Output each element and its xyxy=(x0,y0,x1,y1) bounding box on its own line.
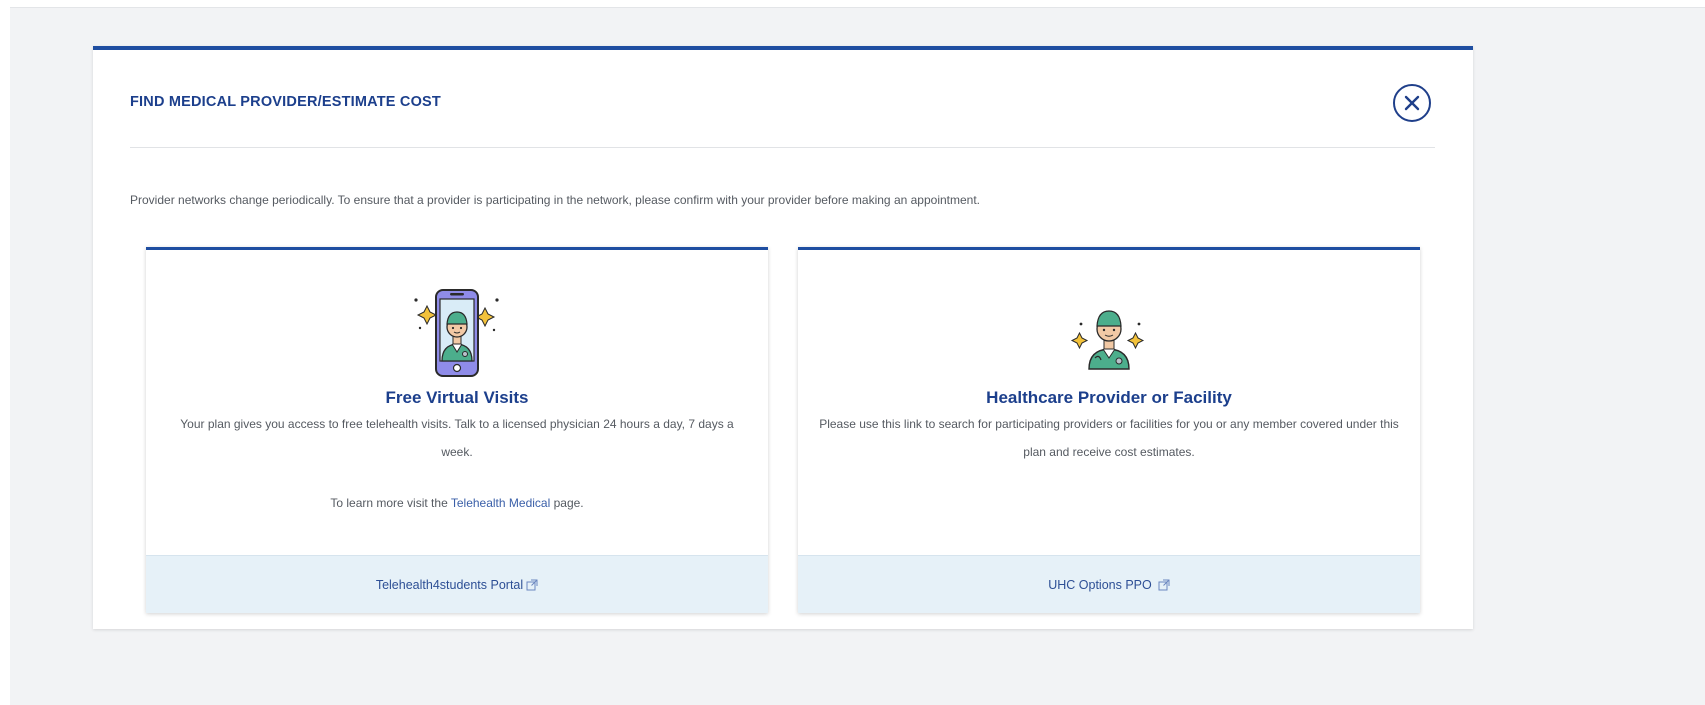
close-icon xyxy=(1404,95,1420,111)
learn-more-prefix: To learn more visit the xyxy=(330,496,451,510)
card-title: Healthcare Provider or Facility xyxy=(986,388,1232,407)
phone-doctor-icon xyxy=(414,289,499,377)
healthcare-provider-card: Healthcare Provider or Facility Please u… xyxy=(798,247,1420,613)
page: FIND MEDICAL PROVIDER/ESTIMATE COST Prov… xyxy=(0,0,1705,705)
card-description: Please use this link to search for parti… xyxy=(819,417,1399,459)
footer-link-label: Telehealth4students Portal xyxy=(375,577,524,592)
virtual-visits-card: Free Virtual Visits Your plan gives you … xyxy=(146,247,768,613)
learn-more-text: To learn more visit the Telehealth Medic… xyxy=(146,496,768,510)
telehealth-portal-link[interactable]: Telehealth4students Portal xyxy=(146,555,768,613)
doctor-icon xyxy=(1070,310,1145,370)
card-description: Your plan gives you access to free teleh… xyxy=(180,417,734,459)
card-title: Free Virtual Visits xyxy=(385,388,529,407)
network-notice: Provider networks change periodically. T… xyxy=(130,193,981,207)
external-link-icon xyxy=(526,579,538,590)
learn-more-suffix: page. xyxy=(550,496,584,510)
left-edge xyxy=(0,0,10,705)
footer-link-label: UHC Options PPO xyxy=(1048,577,1152,592)
panel-title: FIND MEDICAL PROVIDER/ESTIMATE COST xyxy=(130,94,441,110)
uhc-options-ppo-link[interactable]: UHC Options PPO xyxy=(798,555,1420,613)
external-link-icon xyxy=(1158,579,1170,590)
close-button[interactable] xyxy=(1393,84,1431,122)
find-provider-panel: FIND MEDICAL PROVIDER/ESTIMATE COST Prov… xyxy=(93,46,1473,629)
divider xyxy=(130,147,1435,148)
top-bar xyxy=(0,0,1705,8)
telehealth-medical-link[interactable]: Telehealth Medical xyxy=(451,496,550,510)
